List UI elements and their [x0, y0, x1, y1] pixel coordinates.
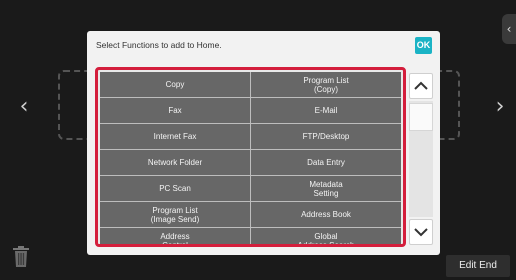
select-functions-dialog: Select Functions to add to Home. OK Copy…: [87, 31, 440, 255]
function-button-pc-scan[interactable]: PC Scan: [100, 176, 250, 201]
function-button-data-entry[interactable]: Data Entry: [251, 150, 401, 175]
function-button-global-address-search[interactable]: Global Address Search: [251, 228, 401, 244]
function-button-address-control[interactable]: Address Control: [100, 228, 250, 244]
scroll-up-button[interactable]: [409, 73, 433, 99]
function-button-ftp-desktop[interactable]: FTP/Desktop: [251, 124, 401, 149]
function-button-copy[interactable]: Copy: [100, 72, 250, 97]
scroll-thumb[interactable]: [409, 103, 433, 131]
function-button-internet-fax[interactable]: Internet Fax: [100, 124, 250, 149]
function-button-email[interactable]: E-Mail: [251, 98, 401, 123]
chevron-down-icon: [414, 228, 428, 237]
function-button-metadata-setting[interactable]: Metadata Setting: [251, 176, 401, 201]
ok-button[interactable]: OK: [415, 37, 432, 54]
scroll-down-button[interactable]: [409, 219, 433, 245]
function-button-network-folder[interactable]: Network Folder: [100, 150, 250, 175]
edit-end-button[interactable]: Edit End: [446, 255, 510, 277]
function-list: Copy Program List (Copy) Fax E-Mail Inte…: [95, 67, 406, 247]
function-button-address-book[interactable]: Address Book: [251, 202, 401, 227]
chevron-up-icon: [414, 81, 428, 90]
function-button-program-list-image-send[interactable]: Program List (Image Send): [100, 202, 250, 227]
function-button-fax[interactable]: Fax: [100, 98, 250, 123]
chevron-left-icon[interactable]: ‹: [14, 95, 34, 119]
trash-icon[interactable]: [12, 246, 30, 268]
dialog-title: Select Functions to add to Home.: [96, 40, 222, 50]
chevron-left-small-icon: ‹: [506, 22, 512, 36]
function-grid: Copy Program List (Copy) Fax E-Mail Inte…: [100, 72, 401, 244]
chevron-right-icon[interactable]: ›: [490, 95, 510, 119]
side-panel-tab[interactable]: ‹: [502, 14, 516, 44]
function-button-program-list-copy[interactable]: Program List (Copy): [251, 72, 401, 97]
